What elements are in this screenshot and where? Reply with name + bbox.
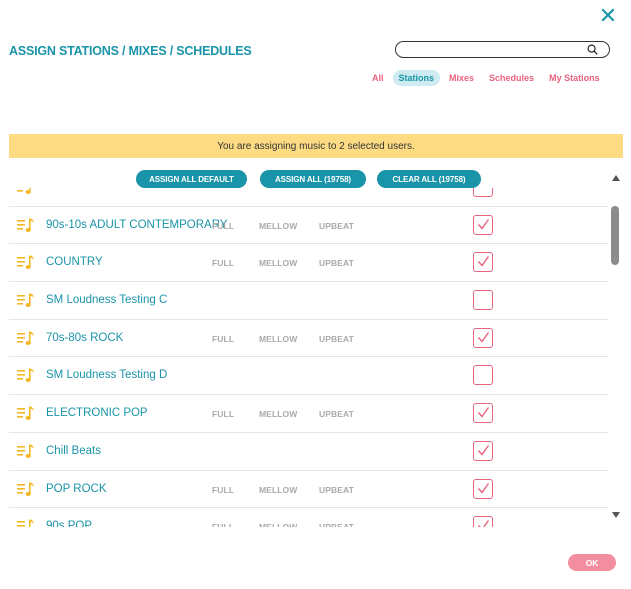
option-full-button[interactable]: FULL (212, 258, 234, 268)
station-row: ELECTRONIC POP FULL MELLOW UPBEAT (9, 395, 608, 433)
option-full-button[interactable]: FULL (212, 221, 234, 231)
option-upbeat-button[interactable]: UPBEAT (319, 334, 354, 344)
station-name[interactable]: POP ROCK (46, 483, 107, 495)
option-upbeat-button[interactable]: UPBEAT (319, 522, 354, 527)
music-list-icon (17, 482, 34, 496)
info-banner: You are assigning music to 2 selected us… (9, 134, 623, 158)
station-name[interactable]: ELECTRONIC POP (46, 407, 148, 419)
music-list-icon (17, 368, 34, 383)
station-name[interactable]: 90s-10s ADULT CONTEMPORARY (46, 219, 228, 231)
dialog-title: ASSIGN STATIONS / MIXES / SCHEDULES (9, 44, 252, 58)
checkmark-icon (477, 331, 490, 343)
scroll-up-arrow-icon[interactable] (611, 174, 621, 182)
option-upbeat-button[interactable]: UPBEAT (319, 409, 354, 419)
option-upbeat-button[interactable]: UPBEAT (319, 258, 354, 268)
option-full-button[interactable]: FULL (212, 409, 234, 419)
station-row: 90s-10s ADULT CONTEMPORARY FULL MELLOW UPBE… (9, 207, 608, 245)
tab-schedules[interactable]: Schedules (483, 70, 540, 86)
music-list-icon (17, 293, 34, 308)
search-icon[interactable] (587, 44, 598, 55)
ok-button[interactable]: OK (568, 554, 616, 571)
scroll-down-arrow-icon[interactable] (611, 511, 621, 519)
tab-my-stations[interactable]: My Stations (543, 70, 606, 86)
checkmark-icon (477, 256, 490, 267)
station-row: Chill Beats (9, 433, 608, 471)
checkmark-icon (477, 218, 490, 230)
music-list-icon (17, 519, 34, 527)
station-row: POP ROCK FULL MELLOW UPBEAT (9, 471, 608, 509)
search-box[interactable] (395, 41, 610, 58)
station-list: 90s-10s ADULT CONTEMPORARY FULL MELLOW UPBE… (9, 188, 608, 527)
tab-all[interactable]: All (366, 70, 390, 86)
clear-all-button[interactable]: CLEAR ALL (19758) (377, 170, 481, 188)
music-list-icon (17, 255, 34, 270)
option-mellow-button[interactable]: MELLOW (259, 334, 297, 344)
option-mellow-button[interactable]: MELLOW (259, 221, 297, 231)
station-name[interactable]: Chill Beats (46, 445, 101, 457)
checkmark-icon (477, 520, 490, 527)
close-icon[interactable]: ✕ (598, 6, 618, 28)
option-mellow-button[interactable]: MELLOW (259, 409, 297, 419)
option-full-button[interactable]: FULL (212, 522, 234, 527)
music-list-icon (17, 444, 34, 458)
assign-checkbox[interactable] (473, 478, 493, 499)
music-list-icon (17, 331, 34, 345)
option-mellow-button[interactable]: MELLOW (259, 258, 297, 268)
station-row: SM Loudness Testing D (9, 357, 608, 396)
assign-checkbox[interactable] (473, 214, 493, 235)
assign-checkbox[interactable] (473, 365, 493, 386)
station-name[interactable]: SM Loudness Testing C (46, 294, 167, 306)
option-full-button[interactable]: FULL (212, 334, 234, 344)
search-input[interactable] (404, 43, 584, 56)
assign-checkbox[interactable] (473, 440, 493, 461)
filter-tabs: All Stations Mixes Schedules My Stations (366, 68, 609, 87)
tab-stations[interactable]: Stations (392, 69, 441, 86)
checkmark-icon (477, 482, 490, 494)
station-row: 70s-80s ROCK FULL MELLOW UPBEAT (9, 320, 608, 358)
option-mellow-button[interactable]: MELLOW (259, 485, 297, 495)
station-name[interactable]: SM Loudness Testing D (46, 369, 167, 381)
assign-checkbox[interactable] (473, 327, 493, 348)
assign-checkbox[interactable] (473, 516, 493, 527)
music-list-icon (17, 218, 34, 232)
scrollbar[interactable] (610, 170, 622, 525)
assign-checkbox[interactable] (473, 252, 493, 273)
scrollbar-thumb[interactable] (611, 206, 619, 265)
assign-checkbox[interactable] (473, 290, 493, 311)
station-name[interactable]: 90s POP (46, 520, 92, 527)
banner-text: You are assigning music to 2 selected us… (217, 140, 415, 152)
station-name[interactable]: 70s-80s ROCK (46, 332, 123, 344)
option-full-button[interactable]: FULL (212, 485, 234, 495)
music-list-icon (17, 188, 31, 194)
music-list-icon (17, 406, 34, 421)
option-mellow-button[interactable]: MELLOW (259, 522, 297, 527)
station-row (9, 188, 608, 207)
station-row: 90s POP FULL MELLOW UPBEAT (9, 508, 608, 527)
checkmark-icon (477, 407, 490, 418)
assign-checkbox[interactable] (473, 403, 493, 424)
station-row: COUNTRY FULL MELLOW UPBEAT (9, 244, 608, 283)
assign-all-default-button[interactable]: ASSIGN ALL DEFAULT (136, 170, 247, 188)
option-upbeat-button[interactable]: UPBEAT (319, 485, 354, 495)
assign-checkbox[interactable] (473, 188, 493, 197)
station-list-inner: 90s-10s ADULT CONTEMPORARY FULL MELLOW UPBE… (9, 188, 608, 527)
bulk-actions: ASSIGN ALL DEFAULT ASSIGN ALL (19758) CL… (0, 170, 631, 188)
option-upbeat-button[interactable]: UPBEAT (319, 221, 354, 231)
tab-mixes[interactable]: Mixes (443, 70, 480, 86)
station-row: SM Loudness Testing C (9, 282, 608, 320)
assign-all-button[interactable]: ASSIGN ALL (19758) (260, 170, 366, 188)
station-name[interactable]: COUNTRY (46, 256, 103, 268)
checkmark-icon (477, 444, 490, 456)
